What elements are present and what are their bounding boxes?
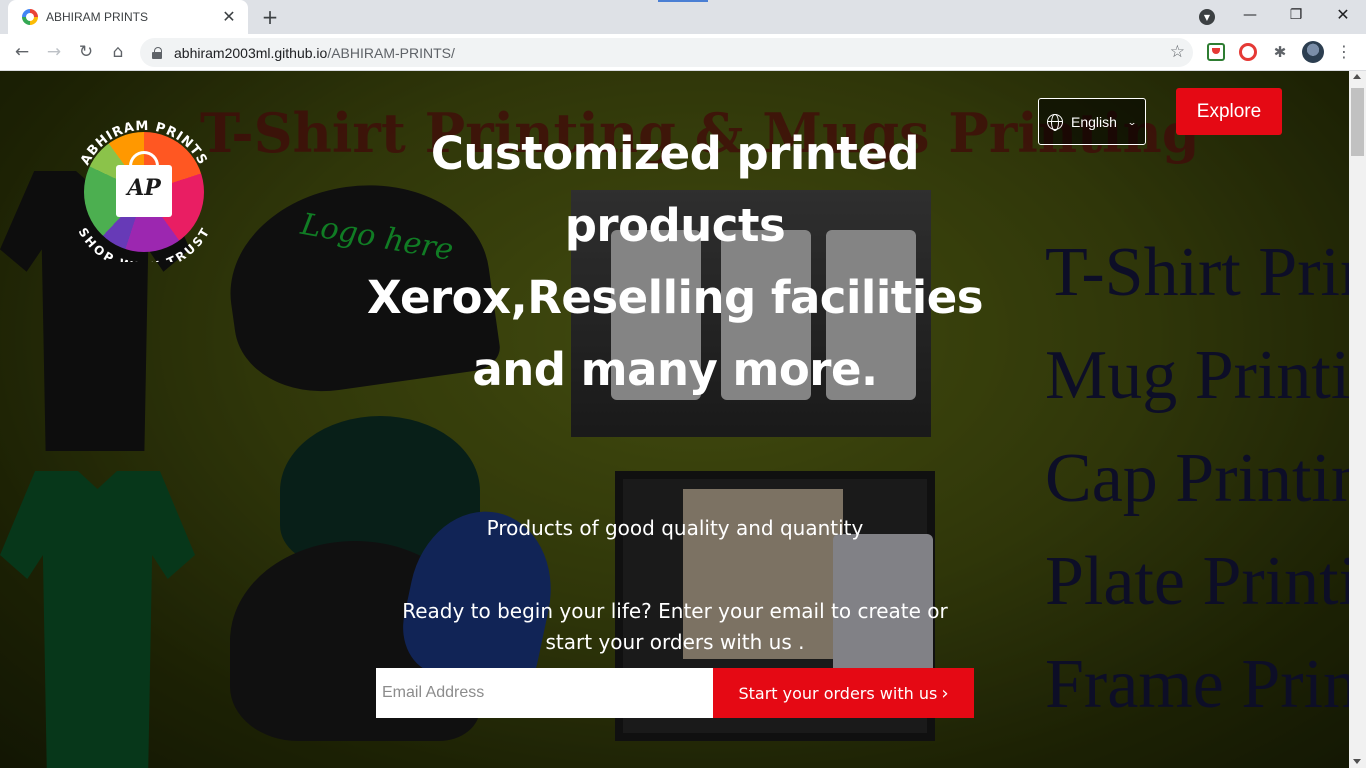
chevron-down-icon: ⌄ bbox=[1126, 116, 1137, 127]
globe-icon bbox=[1047, 113, 1063, 131]
extensions-puzzle-icon[interactable]: ✱ bbox=[1271, 43, 1289, 61]
browser-tab[interactable]: ABHIRAM PRINTS ✕ bbox=[8, 0, 248, 34]
bookmark-star-icon[interactable]: ☆ bbox=[1170, 42, 1185, 62]
logo-monogram: AP bbox=[127, 175, 161, 201]
tab-search-indicator bbox=[658, 0, 708, 2]
address-bar[interactable]: abhiram2003ml.github.io/ABHIRAM-PRINTS/ … bbox=[140, 38, 1193, 67]
opera-extension-icon[interactable] bbox=[1239, 43, 1257, 61]
page-scrollbar[interactable] bbox=[1349, 71, 1366, 768]
chevron-right-icon: › bbox=[941, 682, 949, 704]
start-orders-button[interactable]: Start your orders with us › bbox=[713, 668, 974, 718]
language-label: English bbox=[1071, 113, 1117, 130]
url-host: abhiram2003ml.github.io bbox=[174, 44, 328, 61]
browser-tabstrip: ABHIRAM PRINTS ✕ + ▼ — ❐ ✕ bbox=[0, 0, 1366, 34]
browser-toolbar: ← → ↻ ⌂ abhiram2003ml.github.io/ABHIRAM-… bbox=[0, 34, 1366, 71]
site-logo[interactable]: ABHIRAM PRINTS SHOP WITH TRUST AP bbox=[72, 97, 217, 262]
email-input[interactable] bbox=[376, 668, 713, 718]
hero-title: Customized printed products Xerox,Resell… bbox=[340, 118, 1010, 406]
reload-button[interactable]: ↻ bbox=[74, 40, 98, 64]
email-signup-form: Start your orders with us › bbox=[376, 668, 974, 718]
hero-cta-line: start your orders with us . bbox=[545, 630, 805, 654]
scrollbar-thumb[interactable] bbox=[1351, 88, 1364, 156]
window-maximize-button[interactable]: ❐ bbox=[1273, 0, 1319, 30]
new-tab-button[interactable]: + bbox=[258, 5, 282, 29]
scroll-up-arrow-icon[interactable] bbox=[1353, 74, 1361, 79]
hero-title-line: Customized printed bbox=[430, 127, 920, 180]
profile-avatar[interactable] bbox=[1302, 41, 1324, 63]
forward-button[interactable]: → bbox=[42, 40, 66, 64]
hero-cta-text: Ready to begin your life? Enter your ema… bbox=[375, 596, 975, 658]
lock-icon[interactable] bbox=[152, 46, 162, 59]
window-close-button[interactable]: ✕ bbox=[1320, 0, 1366, 30]
back-button[interactable]: ← bbox=[10, 40, 34, 64]
hero-cta-line: Ready to begin your life? Enter your ema… bbox=[402, 599, 948, 623]
start-orders-label: Start your orders with us bbox=[738, 683, 938, 703]
hero-title-line: products bbox=[564, 199, 786, 252]
url-path: /ABHIRAM-PRINTS/ bbox=[327, 44, 455, 61]
favicon-icon bbox=[22, 9, 38, 25]
hero-title-line: Xerox,Reselling facilities bbox=[366, 271, 984, 324]
page-viewport: T-Shirt Printing & Mugs Printing Logo he… bbox=[0, 71, 1349, 768]
hero-subtitle: Products of good quality and quantity bbox=[486, 516, 864, 540]
language-select[interactable]: English ⌄ bbox=[1038, 98, 1146, 145]
home-button[interactable]: ⌂ bbox=[106, 40, 130, 64]
tab-search-icon[interactable]: ▼ bbox=[1199, 9, 1215, 25]
url-text[interactable]: abhiram2003ml.github.io/ABHIRAM-PRINTS/ bbox=[174, 45, 455, 61]
tab-close-icon[interactable]: ✕ bbox=[220, 8, 238, 26]
window-minimize-button[interactable]: — bbox=[1227, 0, 1273, 30]
hero-title-line: and many more. bbox=[472, 343, 878, 396]
browser-menu-icon[interactable]: ⋮ bbox=[1336, 42, 1352, 62]
explore-button[interactable]: Explore bbox=[1176, 88, 1282, 135]
scroll-down-arrow-icon[interactable] bbox=[1353, 759, 1361, 764]
tab-title: ABHIRAM PRINTS bbox=[46, 10, 149, 24]
pocket-extension-icon[interactable] bbox=[1207, 43, 1225, 61]
